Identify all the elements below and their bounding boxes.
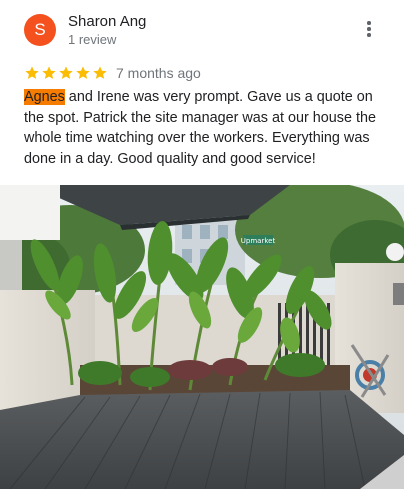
reviewer-name[interactable]: Sharon Ang [68, 13, 146, 30]
search-highlight: Agnes [24, 89, 65, 105]
review-text: Agnes and Irene was very prompt. Gave us… [24, 87, 382, 169]
star-rating [24, 65, 108, 81]
review-card: S Sharon Ang 1 review 7 months ago Agnes… [0, 0, 404, 489]
garden-deck-photo: Upmarket [0, 185, 404, 489]
reviewer-review-count: 1 review [68, 32, 117, 47]
review-date: 7 months ago [116, 65, 201, 81]
review-header: S Sharon Ang 1 review [24, 12, 384, 52]
rating-row: 7 months ago [24, 64, 201, 82]
star-icon [25, 66, 39, 79]
star-icon [93, 66, 107, 79]
review-body: and Irene was very prompt. Gave us a quo… [24, 89, 376, 167]
street-sign: Upmarket [241, 237, 276, 245]
star-icon [59, 66, 73, 79]
star-icon [42, 66, 56, 79]
star-icon [76, 66, 90, 79]
more-vert-icon[interactable] [362, 21, 376, 43]
avatar[interactable]: S [24, 14, 56, 46]
review-photo[interactable]: Upmarket [0, 185, 404, 489]
